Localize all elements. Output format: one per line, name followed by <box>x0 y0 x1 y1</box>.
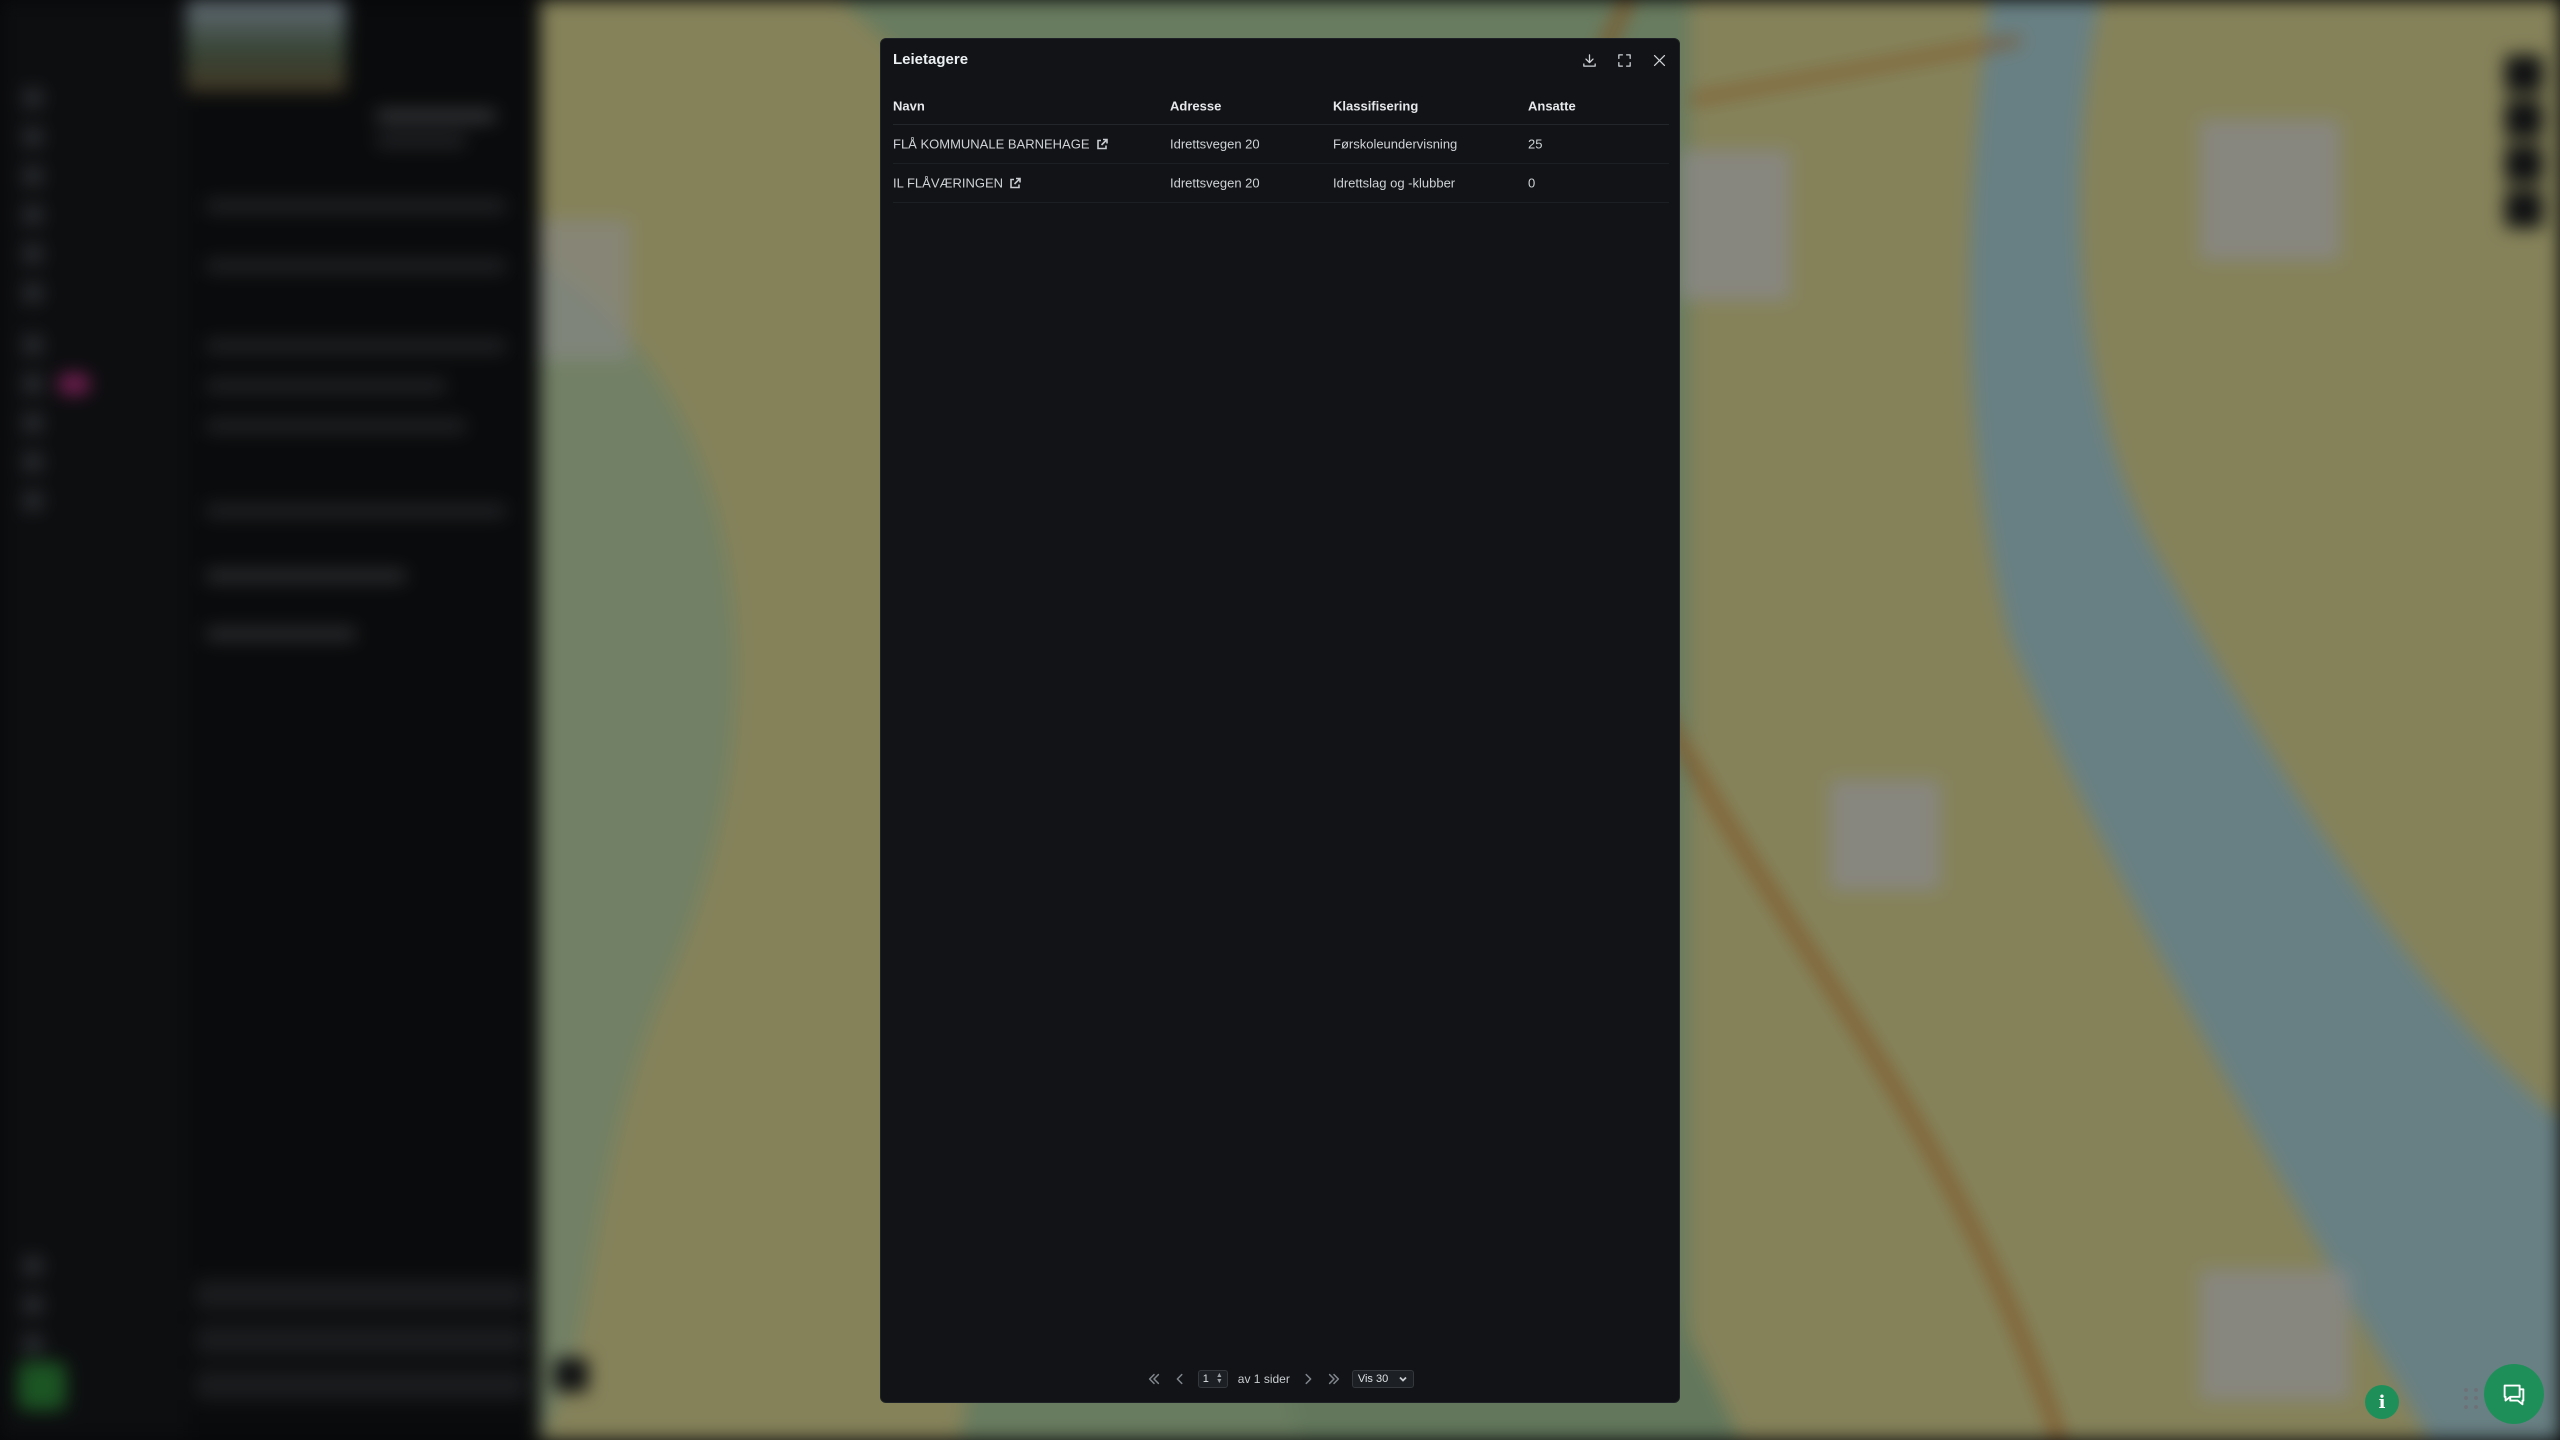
fullscreen-button[interactable] <box>1613 49 1635 71</box>
app-root: Leietagere Navn Adresse Klassifisering A… <box>0 0 2560 1440</box>
download-button[interactable] <box>1578 49 1600 71</box>
page-number-value: 1 <box>1202 1373 1209 1385</box>
page-size-select[interactable]: Vis 30 <box>1351 1370 1415 1388</box>
info-icon: i <box>2378 1391 2386 1413</box>
external-link-icon[interactable] <box>1009 177 1021 189</box>
tenant-address: Idrettsvegen 20 <box>1170 175 1260 191</box>
pagination: 1 ▲ ▼ av 1 sider Vis 30 <box>881 1368 1679 1390</box>
chevron-down-icon <box>1399 1376 1407 1382</box>
first-page-button[interactable] <box>1146 1371 1162 1387</box>
modal-title: Leietagere <box>893 51 969 68</box>
tenant-name-cell: FLÅ KOMMUNALE BARNEHAGE <box>893 137 1108 152</box>
external-link-icon[interactable] <box>1096 138 1108 150</box>
info-button[interactable]: i <box>2365 1385 2399 1419</box>
page-size-label: Vis 30 <box>1357 1373 1389 1385</box>
chevrons-left-icon <box>1148 1373 1159 1385</box>
drag-grip-icon[interactable] <box>2464 1388 2480 1410</box>
download-icon <box>1582 53 1596 67</box>
chevron-right-icon <box>1305 1373 1312 1385</box>
tenant-employees: 0 <box>1528 175 1536 191</box>
next-page-button[interactable] <box>1300 1371 1316 1387</box>
chat-icon <box>2503 1384 2525 1406</box>
close-button[interactable] <box>1648 49 1670 71</box>
column-header-klassifisering[interactable]: Klassifisering <box>1333 98 1418 113</box>
tenant-employees: 25 <box>1528 136 1543 152</box>
expand-icon <box>1617 53 1631 67</box>
last-page-button[interactable] <box>1326 1371 1342 1387</box>
column-header-adresse[interactable]: Adresse <box>1170 98 1221 113</box>
chat-button[interactable] <box>2484 1364 2544 1424</box>
tenant-classification: Førskoleundervisning <box>1333 136 1458 152</box>
tenant-name-cell: IL FLÅVÆRINGEN <box>893 176 1021 191</box>
tenants-table: Navn Adresse Klassifisering Ansatte FLÅ … <box>893 87 1669 203</box>
table-header: Navn Adresse Klassifisering Ansatte <box>893 87 1669 125</box>
page-number-input[interactable]: 1 ▲ ▼ <box>1197 1370 1228 1388</box>
column-header-navn[interactable]: Navn <box>893 98 925 113</box>
tenant-name: FLÅ KOMMUNALE BARNEHAGE <box>893 136 1090 152</box>
chevron-left-icon <box>1176 1373 1183 1385</box>
page-stepper-icon[interactable]: ▲ ▼ <box>1216 1372 1223 1385</box>
table-row: IL FLÅVÆRINGEN Idrettsvegen 20 Idrettsla… <box>893 164 1669 203</box>
column-header-ansatte[interactable]: Ansatte <box>1528 98 1576 113</box>
table-row: FLÅ KOMMUNALE BARNEHAGE Idrettsvegen 20 … <box>893 125 1669 164</box>
tenant-name: IL FLÅVÆRINGEN <box>893 175 1004 191</box>
page-count-text: av 1 sider <box>1237 1372 1290 1386</box>
tenant-address: Idrettsvegen 20 <box>1170 136 1260 152</box>
close-icon <box>1653 54 1665 66</box>
prev-page-button[interactable] <box>1172 1371 1188 1387</box>
chevrons-right-icon <box>1328 1373 1339 1385</box>
tenant-classification: Idrettslag og -klubber <box>1333 175 1456 191</box>
tenants-modal: Leietagere Navn Adresse Klassifisering A… <box>880 38 1680 1403</box>
